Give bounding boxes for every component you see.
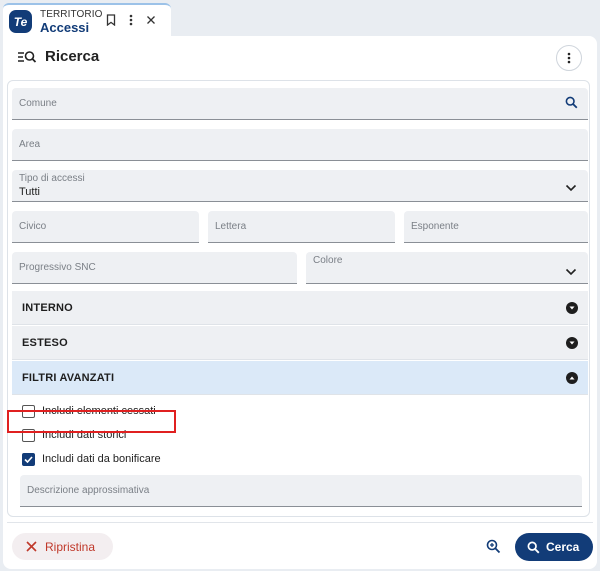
lettera-field[interactable]: Lettera bbox=[208, 211, 395, 243]
progressivo-snc-field[interactable]: Progressivo SNC bbox=[12, 252, 297, 284]
check-icon bbox=[24, 455, 33, 463]
progressivo-snc-placeholder: Progressivo SNC bbox=[19, 262, 96, 273]
highlight-box bbox=[7, 410, 176, 433]
comune-field[interactable]: Comune bbox=[12, 88, 588, 120]
search-icon bbox=[527, 541, 540, 553]
comune-placeholder: Comune bbox=[19, 98, 57, 109]
colore-label: Colore bbox=[313, 255, 343, 266]
app-logo: Te bbox=[9, 10, 32, 33]
search-list-icon bbox=[17, 49, 37, 65]
accordion-label: FILTRI AVANZATI bbox=[22, 372, 115, 384]
esponente-field[interactable]: Esponente bbox=[404, 211, 588, 243]
zoom-in-button[interactable] bbox=[482, 535, 504, 557]
search-button[interactable]: Cerca bbox=[515, 533, 593, 561]
search-form: Comune Area Tipo di accessi Tutti Civico… bbox=[7, 80, 590, 517]
checkbox-checked[interactable] bbox=[22, 452, 35, 466]
chevron-down-icon bbox=[566, 302, 578, 314]
close-icon bbox=[26, 541, 37, 552]
descrizione-field[interactable]: Descrizione approssimativa bbox=[20, 475, 582, 507]
accordion-interno[interactable]: INTERNO bbox=[12, 291, 588, 325]
tab-overline: TERRITORIO bbox=[40, 9, 103, 20]
checkbox-dati-bonificare[interactable]: Includi dati da bonificare bbox=[22, 450, 161, 468]
reset-button[interactable]: Ripristina bbox=[12, 533, 113, 560]
accordion-label: INTERNO bbox=[22, 302, 73, 314]
tab-title: Accessi bbox=[40, 20, 90, 35]
lettera-placeholder: Lettera bbox=[215, 221, 247, 232]
reset-label: Ripristina bbox=[45, 539, 96, 554]
chevron-down-icon bbox=[565, 179, 579, 193]
tipo-accessi-select[interactable]: Tipo di accessi Tutti bbox=[12, 170, 588, 202]
options-menu-button[interactable] bbox=[556, 45, 582, 71]
area-placeholder: Area bbox=[19, 139, 41, 150]
tab-bar: Te TERRITORIO Accessi bbox=[0, 0, 600, 36]
zoom-in-icon bbox=[486, 539, 500, 553]
accordion-esteso[interactable]: ESTESO bbox=[12, 326, 588, 360]
tab-accessi[interactable]: Te TERRITORIO Accessi bbox=[3, 3, 171, 36]
panel-header: Ricerca bbox=[3, 36, 597, 80]
chevron-up-icon bbox=[566, 372, 578, 384]
footer-divider bbox=[7, 522, 593, 523]
accordion-label: ESTESO bbox=[22, 337, 68, 349]
chevron-down-icon bbox=[565, 263, 579, 277]
civico-field[interactable]: Civico bbox=[12, 211, 199, 243]
close-icon[interactable] bbox=[144, 13, 158, 27]
bookmark-icon[interactable] bbox=[104, 13, 118, 27]
esponente-placeholder: Esponente bbox=[411, 221, 459, 232]
civico-placeholder: Civico bbox=[19, 221, 47, 232]
tipo-accessi-label: Tipo di accessi bbox=[19, 173, 85, 184]
search-panel: Ricerca Comune Area Tipo di accessi Tutt… bbox=[3, 36, 597, 569]
search-label: Cerca bbox=[546, 540, 580, 554]
page-title: Ricerca bbox=[45, 48, 100, 65]
checkbox-label: Includi dati da bonificare bbox=[42, 453, 161, 465]
search-icon[interactable] bbox=[565, 96, 579, 110]
tipo-accessi-value: Tutti bbox=[19, 186, 40, 198]
kebab-icon[interactable] bbox=[124, 13, 138, 27]
accordion-filtri-avanzati[interactable]: FILTRI AVANZATI bbox=[12, 361, 588, 395]
kebab-icon bbox=[567, 52, 571, 64]
colore-select[interactable]: Colore bbox=[306, 252, 588, 284]
descrizione-placeholder: Descrizione approssimativa bbox=[27, 485, 150, 496]
area-field[interactable]: Area bbox=[12, 129, 588, 161]
chevron-down-icon bbox=[566, 337, 578, 349]
